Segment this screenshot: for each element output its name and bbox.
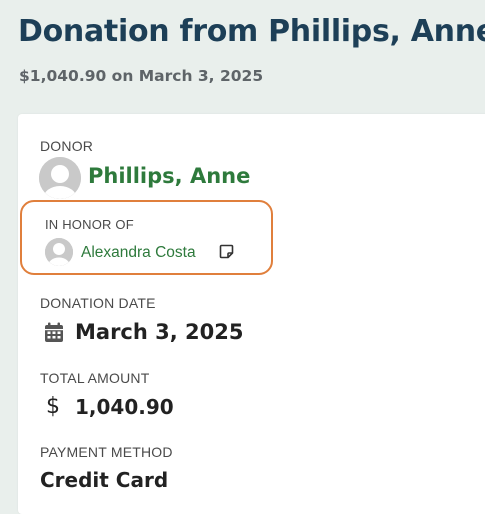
total-amount-label: TOTAL AMOUNT (40, 370, 150, 386)
donor-label: DONOR (40, 138, 94, 154)
donation-date-label: DONATION DATE (40, 295, 156, 311)
donation-date-value: March 3, 2025 (75, 320, 244, 344)
honoree-avatar-icon[interactable] (45, 238, 73, 266)
note-icon[interactable] (219, 244, 234, 259)
dollar-icon: $ (46, 394, 60, 419)
payment-method-value: Credit Card (40, 468, 169, 492)
calendar-icon (45, 322, 63, 342)
page-title: Donation from Phillips, Anne (18, 14, 485, 49)
honoree-name-link[interactable]: Alexandra Costa (81, 244, 196, 262)
in-honor-of-label: IN HONOR OF (45, 217, 134, 232)
donation-details-card: DONOR Phillips, Anne IN HONOR OF Alexand… (18, 114, 485, 514)
page-subtitle: $1,040.90 on March 3, 2025 (19, 67, 264, 85)
payment-method-label: PAYMENT METHOD (40, 444, 173, 460)
total-amount-value: 1,040.90 (75, 395, 174, 419)
donor-name-link[interactable]: Phillips, Anne (88, 164, 250, 188)
donor-avatar-icon[interactable] (39, 157, 81, 199)
